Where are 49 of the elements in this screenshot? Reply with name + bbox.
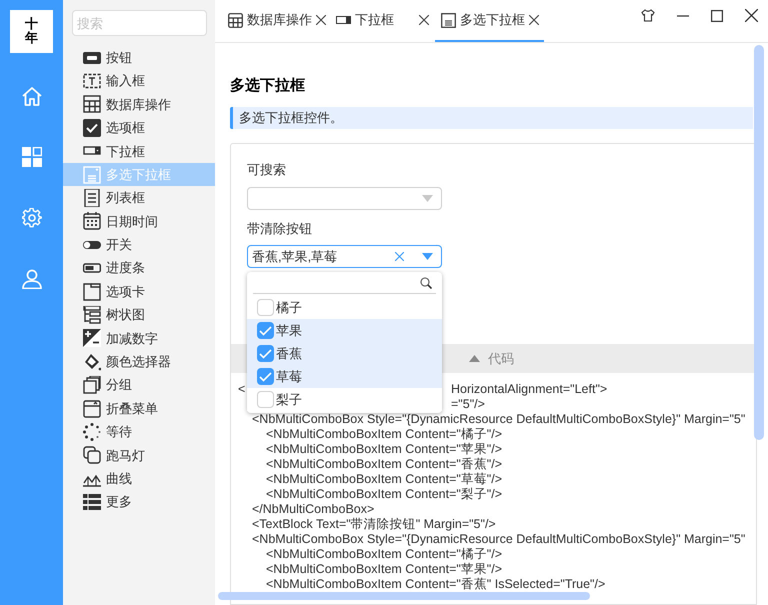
- sidebar-item[interactable]: 折叠菜单: [63, 396, 215, 420]
- sidebar-item[interactable]: 曲线: [63, 467, 215, 490]
- sidebar-item[interactable]: 数据库操作: [63, 92, 215, 116]
- code-line: <NbMultiComboBoxItem Content="香蕉"/>: [266, 457, 502, 471]
- code-line: <NbMultiComboBoxItem Content="橘子"/>: [266, 427, 502, 441]
- dropdown-option[interactable]: 草莓: [247, 365, 442, 388]
- code-line: HorizontalAlignment="Left">: [451, 382, 608, 397]
- code-line: <NbMultiComboBoxItem Content="香蕉" IsSelected="True"/>: [266, 577, 606, 591]
- field-label: 可搜索: [247, 161, 287, 179]
- clearable-combo-box[interactable]: 香蕉,苹果,草莓: [247, 245, 442, 268]
- sidebar-item[interactable]: 开关: [63, 233, 215, 257]
- sidebar-item[interactable]: 日期时间: [63, 210, 215, 234]
- dropdown-option[interactable]: 香蕉: [247, 342, 442, 365]
- sidebar-item[interactable]: 跑马灯: [63, 444, 215, 468]
- sidebar-item[interactable]: 选项卡: [63, 280, 215, 304]
- search-field[interactable]: 搜索: [72, 10, 207, 36]
- code-line: <NbMultiComboBoxItem Content="草莓"/>: [266, 472, 502, 486]
- sidebar-item[interactable]: 列表框: [63, 186, 215, 210]
- code-line: <NbMultiComboBox Style="{DynamicResource DefaultMultiComboBoxStyle}" Margin="5": [252, 412, 746, 426]
- logo: 十年: [10, 10, 53, 53]
- page-title: 多选下拉框: [230, 76, 306, 96]
- code-line: <: [238, 382, 246, 396]
- code-line: <NbMultiComboBox Style="{DynamicResource DefaultMultiComboBoxStyle}" Margin="5": [252, 532, 746, 546]
- sidebar-item[interactable]: 等待: [63, 420, 215, 444]
- code-line: <NbMultiComboBoxItem Content="苹果"/>: [266, 562, 502, 576]
- sidebar-item[interactable]: 按钮: [63, 46, 215, 70]
- code-line: <TextBlock Text="带清除按钮" Margin="5"/>: [252, 517, 496, 531]
- sidebar-item[interactable]: 进度条: [63, 256, 215, 280]
- sidebar-item[interactable]: 输入框: [63, 69, 215, 93]
- code-line: </NbMultiComboBox>: [252, 502, 374, 516]
- code-line: <NbMultiComboBoxItem Content="苹果"/>: [266, 442, 502, 456]
- description-text: 多选下拉框控件。: [239, 109, 343, 128]
- field-label: 带清除按钮: [247, 220, 313, 238]
- sidebar-item[interactable]: 更多: [63, 490, 215, 514]
- sidebar-item[interactable]: 下拉框: [63, 140, 215, 163]
- dropdown-option[interactable]: 梨子: [247, 388, 442, 411]
- sidebar-item[interactable]: 树状图: [63, 303, 215, 327]
- tab[interactable]: 数据库操作: [222, 0, 330, 42]
- dropdown-option[interactable]: 苹果: [247, 319, 442, 342]
- tab[interactable]: 下拉框: [330, 0, 435, 42]
- code-line: <NbMultiComboBoxItem Content="橘子"/>: [266, 547, 502, 561]
- sidebar-item[interactable]: 颜色选择器: [63, 350, 215, 374]
- sidebar-item[interactable]: 分组: [63, 373, 215, 397]
- code-line: ="5"/>: [451, 397, 485, 412]
- code-line: <NbMultiComboBoxItem Content="梨子"/>: [266, 487, 502, 501]
- dropdown-option[interactable]: 橘子: [247, 296, 442, 319]
- sidebar-item[interactable]: 加减数字: [63, 326, 215, 350]
- sidebar-item[interactable]: 选项框: [63, 116, 215, 140]
- tab[interactable]: 多选下拉框: [435, 0, 544, 42]
